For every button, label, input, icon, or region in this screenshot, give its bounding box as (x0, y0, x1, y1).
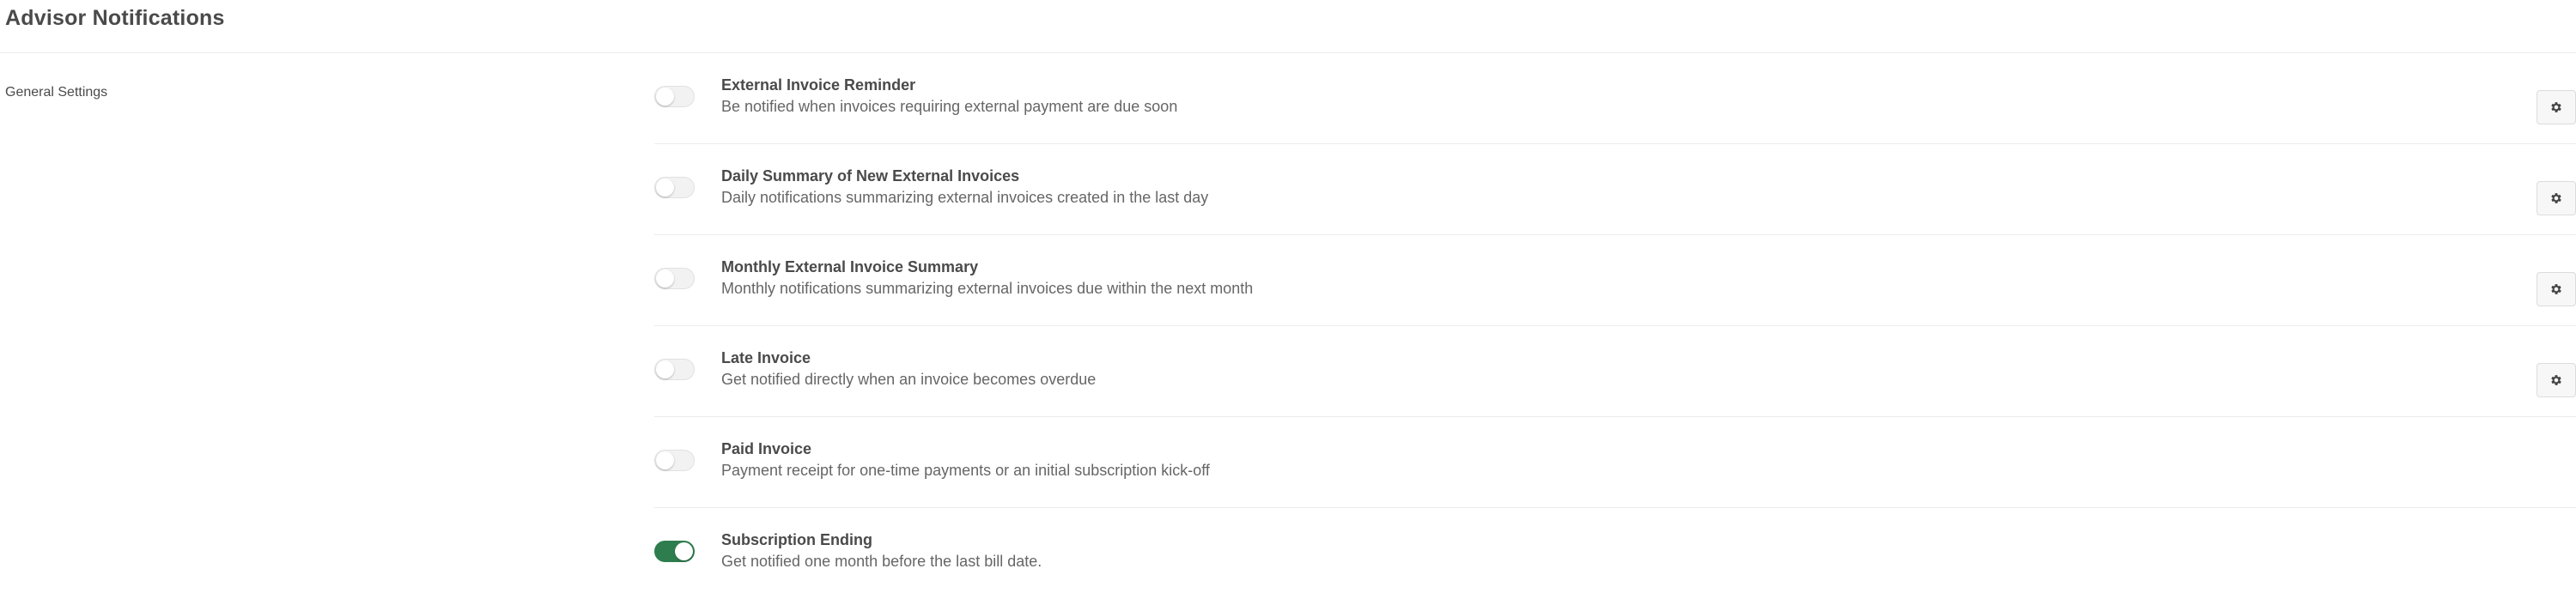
setting-row-daily-summary: Daily Summary of New External Invoices D… (654, 144, 2576, 235)
toggle-knob (656, 269, 674, 287)
setting-title: External Invoice Reminder (721, 76, 916, 94)
setting-description: Monthly notifications summarizing extern… (721, 280, 1254, 297)
setting-text: Daily Summary of New External Invoices D… (721, 166, 1208, 207)
setting-text: Subscription Ending Get notified one mon… (721, 530, 1042, 571)
setting-text: External Invoice Reminder Be notified wh… (721, 76, 1177, 116)
toggle-knob (656, 451, 674, 469)
daily-summary-settings-button[interactable] (2537, 181, 2576, 215)
gear-icon (2551, 284, 2561, 294)
daily-summary-toggle[interactable] (654, 177, 695, 198)
setting-description: Payment receipt for one-time payments or… (721, 462, 1210, 479)
toggle-knob (675, 542, 693, 560)
setting-description: Get notified directly when an invoice be… (721, 371, 1097, 388)
setting-row-monthly-summary: Monthly External Invoice Summary Monthly… (654, 235, 2576, 326)
gear-icon (2551, 193, 2561, 203)
setting-description: Daily notifications summarizing external… (721, 189, 1209, 206)
setting-description: Get notified one month before the last b… (721, 553, 1042, 570)
setting-row-late-invoice: Late Invoice Get notified directly when … (654, 326, 2576, 417)
paid-invoice-toggle[interactable] (654, 450, 695, 471)
setting-row-external-invoice-reminder: External Invoice Reminder Be notified wh… (654, 53, 2576, 144)
external-invoice-reminder-toggle[interactable] (654, 86, 695, 107)
setting-text: Late Invoice Get notified directly when … (721, 348, 1096, 389)
setting-row-subscription-ending: Subscription Ending Get notified one mon… (654, 508, 2576, 593)
toggle-knob (656, 360, 674, 378)
external-invoice-reminder-settings-button[interactable] (2537, 90, 2576, 124)
monthly-summary-toggle[interactable] (654, 268, 695, 289)
toggle-knob (656, 179, 674, 197)
late-invoice-settings-button[interactable] (2537, 363, 2576, 397)
notification-settings-list: External Invoice Reminder Be notified wh… (654, 53, 2576, 593)
toggle-knob (656, 88, 674, 106)
setting-row-paid-invoice: Paid Invoice Payment receipt for one-tim… (654, 417, 2576, 508)
subscription-ending-toggle[interactable] (654, 541, 695, 562)
setting-title: Late Invoice (721, 349, 811, 366)
page-title: Advisor Notifications (5, 6, 225, 30)
setting-title: Daily Summary of New External Invoices (721, 167, 1020, 185)
setting-title: Subscription Ending (721, 531, 872, 548)
gear-icon (2551, 102, 2561, 112)
gear-icon (2551, 375, 2561, 385)
late-invoice-toggle[interactable] (654, 359, 695, 380)
setting-title: Monthly External Invoice Summary (721, 258, 979, 275)
setting-text: Paid Invoice Payment receipt for one-tim… (721, 439, 1210, 480)
section-label-general-settings: General Settings (5, 85, 108, 100)
setting-text: Monthly External Invoice Summary Monthly… (721, 257, 1253, 298)
monthly-summary-settings-button[interactable] (2537, 272, 2576, 306)
setting-description: Be notified when invoices requiring exte… (721, 98, 1178, 115)
advisor-notifications-page: Advisor Notifications General Settings E… (0, 0, 2576, 593)
setting-title: Paid Invoice (721, 440, 812, 457)
